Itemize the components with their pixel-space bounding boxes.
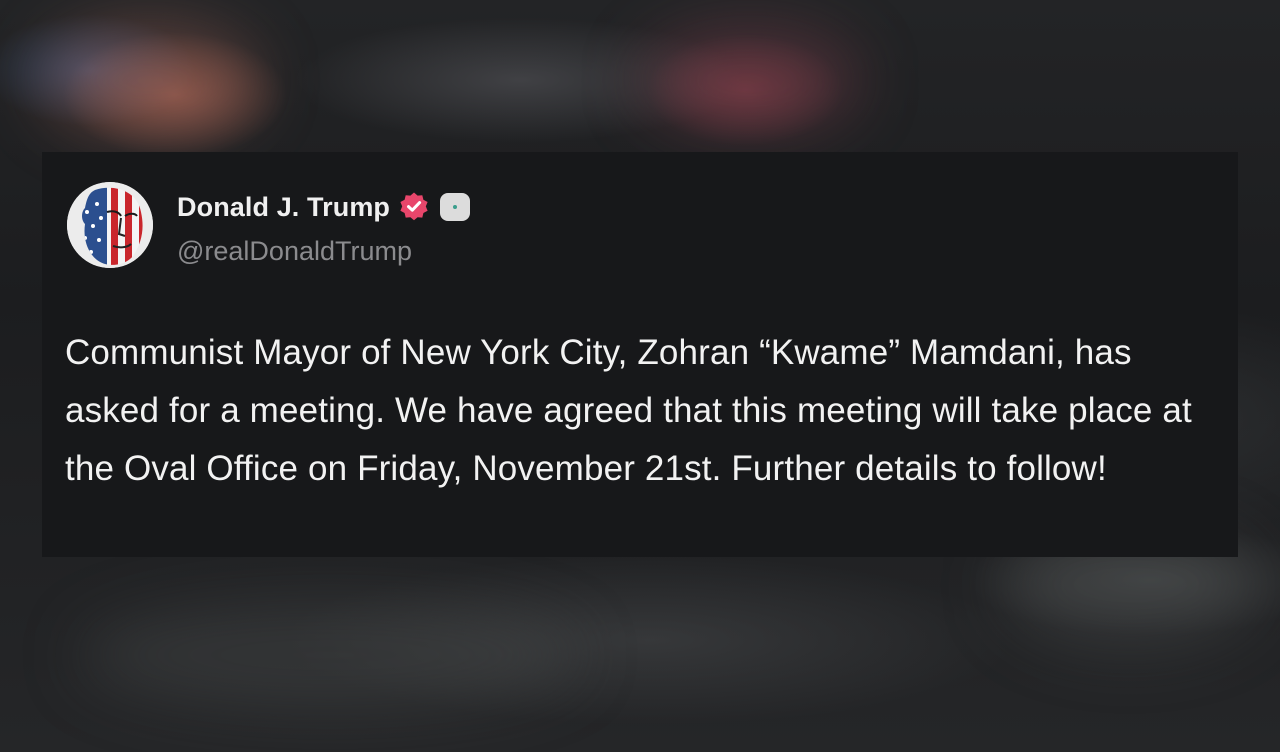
app-badge-icon xyxy=(440,193,471,221)
author-handle[interactable]: @realDonaldTrump xyxy=(177,236,412,267)
american-flag-face-avatar xyxy=(67,182,153,268)
post-card: Donald J. Trump @realDonaldTrump Communi… xyxy=(42,152,1238,557)
author-name-row: Donald J. Trump xyxy=(177,190,471,224)
verified-badge-icon xyxy=(398,191,430,223)
post-body-text: Communist Mayor of New York City, Zohran… xyxy=(65,333,1192,488)
author-display-name[interactable]: Donald J. Trump xyxy=(177,192,390,223)
avatar[interactable] xyxy=(67,182,153,268)
